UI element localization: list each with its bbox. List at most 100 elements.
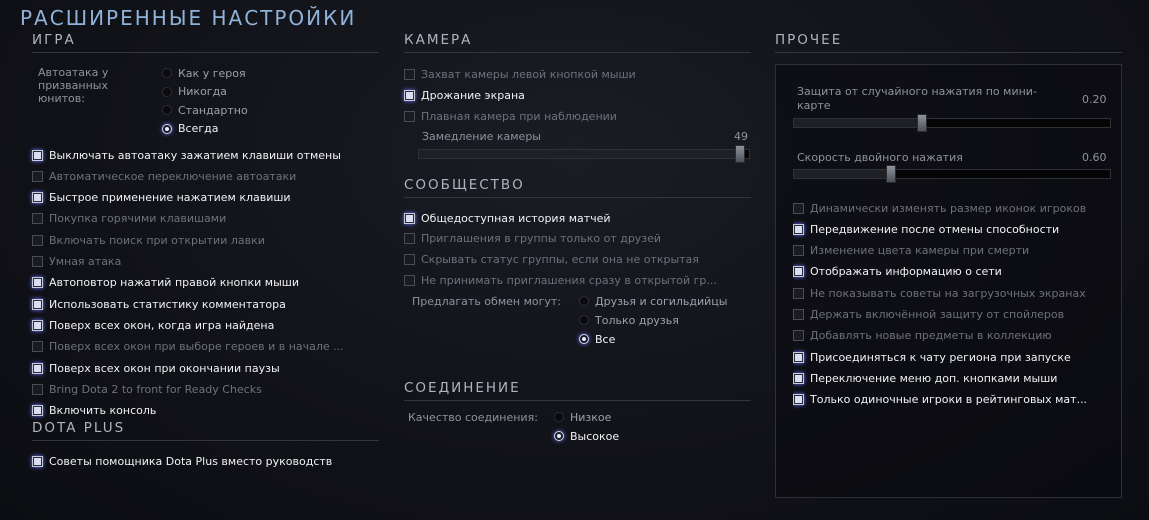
option-label: Отображать информацию о сети [810,265,1002,279]
option-row[interactable]: Быстрое применение нажатием клавиши [32,189,291,207]
checkbox-unchecked[interactable] [32,341,43,353]
option-label: Держать включённой защиту от спойлеров [810,308,1065,321]
radio-label: Стандартно [178,103,248,117]
option-row[interactable]: Плавная камера при наблюдении [404,108,617,126]
radio-unselected[interactable] [554,412,564,422]
checkbox-unchecked[interactable] [32,234,43,246]
radio-option[interactable]: Низкое [554,408,611,426]
option-row[interactable]: Изменение цвета камеры при смерти [793,242,1029,260]
checkbox-unchecked[interactable] [32,213,43,225]
checkbox-unchecked[interactable] [404,233,415,245]
checkbox-checked[interactable] [793,394,804,406]
checkbox-unchecked[interactable] [793,309,804,320]
option-row[interactable]: Включать поиск при открытии лавки [32,231,265,249]
checkbox-checked[interactable] [32,298,43,310]
option-label: Дрожание экрана [421,88,525,102]
option-row[interactable]: Умная атака [32,253,121,271]
checkbox-unchecked[interactable] [404,111,415,123]
radio-unselected[interactable] [579,296,589,306]
checkbox-unchecked[interactable] [404,68,415,80]
game-column: ИГРА Автоатака у призванных юнитов: Как … [32,32,379,512]
option-row[interactable]: Советы помощника Dota Plus вместо руково… [32,452,332,470]
radio-unselected[interactable] [579,315,589,325]
minimap-protection-slider[interactable] [793,114,1111,132]
radio-selected[interactable] [579,334,589,344]
option-row[interactable]: Передвижение после отмены способности [793,220,1059,238]
option-label: Присоединяться к чату региона при запуск… [810,350,1071,364]
option-row[interactable]: Bring Dota 2 to front for Ready Checks [32,380,262,398]
option-row[interactable]: Поверх всех окон, когда игра найдена [32,316,274,334]
option-label: Изменение цвета камеры при смерти [810,244,1030,258]
checkbox-unchecked[interactable] [793,287,804,299]
radio-option[interactable]: Всегда [162,120,219,138]
radio-option[interactable]: Друзья и согильдийцы [579,292,727,310]
doubleclick-speed-thumb[interactable] [886,165,896,183]
radio-label: Друзья и согильдийцы [595,294,728,308]
radio-option[interactable]: Высокое [554,427,619,445]
camera-slowdown-slider[interactable] [418,145,750,163]
option-row[interactable]: Скрывать статус группы, если она не откр… [404,250,699,268]
checkbox-checked[interactable] [32,319,43,331]
checkbox-unchecked[interactable] [793,245,804,257]
radio-option[interactable]: Никогда [162,83,227,101]
option-row[interactable]: Поверх всех окон при выборе героев и в н… [32,338,344,356]
option-row[interactable]: Держать включённой защиту от спойлеров [793,306,1064,324]
radio-option[interactable]: Все [579,330,615,348]
option-row[interactable]: Захват камеры левой кнопкой мыши [404,65,636,83]
radio-option[interactable]: Только друзья [579,311,679,329]
camera-slowdown-value: 49 [734,130,748,143]
checkbox-unchecked[interactable] [404,253,415,265]
option-row[interactable]: Только одиночные игроки в рейтинговых ма… [793,391,1087,409]
checkbox-checked[interactable] [793,372,804,384]
option-row[interactable]: Не показывать советы на загрузочных экра… [793,284,1086,302]
option-row[interactable]: Дрожание экрана [404,86,525,104]
radio-label: Всегда [178,122,219,135]
radio-selected[interactable] [162,123,172,134]
doubleclick-speed-slider[interactable] [793,165,1111,183]
camera-column: КАМЕРА Захват камеры левой кнопкой мыши Д… [404,32,751,512]
checkbox-checked[interactable] [32,277,43,289]
checkbox-checked[interactable] [793,351,804,363]
checkbox-unchecked[interactable] [793,330,804,342]
option-row[interactable]: Переключение меню доп. кнопками мыши [793,369,1057,387]
option-row[interactable]: Не принимать приглашения сразу в открыто… [404,271,717,289]
option-row[interactable]: Приглашения в группы только от друзей [404,230,661,248]
radio-unselected[interactable] [162,86,172,97]
checkbox-checked[interactable] [404,212,415,224]
option-row[interactable]: Отображать информацию о сети [793,263,1002,281]
checkbox-checked[interactable] [793,223,804,235]
option-row[interactable]: Использовать статистику комментатора [32,295,286,313]
checkbox-unchecked[interactable] [32,383,43,395]
option-row[interactable]: Присоединяться к чату региона при запуск… [793,348,1071,366]
checkbox-unchecked[interactable] [793,202,804,214]
checkbox-unchecked[interactable] [32,170,43,182]
checkbox-checked[interactable] [32,362,43,374]
option-row[interactable]: Динамически изменять размер иконок игрок… [793,199,1086,217]
radio-unselected[interactable] [162,68,172,78]
radio-option[interactable]: Как у героя [162,64,246,82]
radio-unselected[interactable] [162,105,172,115]
checkbox-checked[interactable] [32,405,43,417]
option-row[interactable]: Выключать автоатаку зажатием клавиши отм… [32,146,341,164]
minimap-protection-thumb[interactable] [917,114,927,132]
option-row[interactable]: Автоповтор нажатий правой кнопки мыши [32,274,299,292]
checkbox-checked[interactable] [793,266,804,278]
option-label: Выключать автоатаку зажатием клавиши отм… [49,148,341,162]
radio-label: Высокое [570,429,620,443]
radio-option[interactable]: Стандартно [162,101,248,119]
option-row[interactable]: Включить консоль [32,402,156,420]
checkbox-checked[interactable] [404,89,415,101]
checkbox-checked[interactable] [32,455,43,467]
checkbox-checked[interactable] [32,149,43,161]
checkbox-unchecked[interactable] [32,256,43,267]
checkbox-unchecked[interactable] [404,274,415,286]
option-row[interactable]: Покупка горячими клавишами [32,210,226,228]
option-row[interactable]: Поверх всех окон при окончании паузы [32,359,280,377]
other-panel: Защита от случайного нажатия по мини-кар… [775,64,1122,498]
option-row[interactable]: Общедоступная история матчей [404,209,611,227]
option-row[interactable]: Добавлять новые предметы в коллекцию [793,327,1052,345]
option-row[interactable]: Автоматическое переключение автоатаки [32,167,296,185]
camera-slowdown-thumb[interactable] [735,145,745,163]
checkbox-checked[interactable] [32,192,43,204]
radio-selected[interactable] [554,431,564,441]
